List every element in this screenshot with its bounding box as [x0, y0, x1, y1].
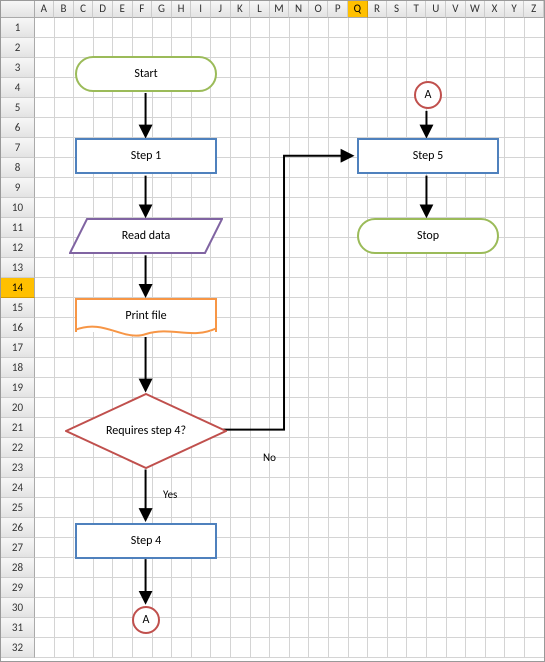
column-header-X[interactable]: X: [485, 1, 505, 18]
connector-a-bottom[interactable]: A: [132, 606, 160, 634]
column-header-Y[interactable]: Y: [505, 1, 525, 18]
row-header-5[interactable]: 5: [1, 98, 35, 118]
column-header-Z[interactable]: Z: [524, 1, 544, 18]
column-header-B[interactable]: B: [54, 1, 74, 18]
row-header-26[interactable]: 26: [1, 518, 35, 538]
column-header-N[interactable]: N: [289, 1, 309, 18]
column-header-G[interactable]: G: [152, 1, 172, 18]
column-header-T[interactable]: T: [407, 1, 427, 18]
row-header-18[interactable]: 18: [1, 358, 35, 378]
row-header-28[interactable]: 28: [1, 558, 35, 578]
row-header-10[interactable]: 10: [1, 198, 35, 218]
column-header-W[interactable]: W: [466, 1, 486, 18]
row-header-6[interactable]: 6: [1, 118, 35, 138]
row-header-32[interactable]: 32: [1, 638, 35, 658]
select-all-corner[interactable]: [1, 1, 35, 18]
row-header-17[interactable]: 17: [1, 338, 35, 358]
row-header-25[interactable]: 25: [1, 498, 35, 518]
spreadsheet-window: ABCDEFGHIJKLMNOPQRSTUVWXYZ 1234567891011…: [0, 0, 545, 662]
document-print[interactable]: Print file: [75, 298, 217, 332]
row-header-24[interactable]: 24: [1, 478, 35, 498]
column-header-U[interactable]: U: [426, 1, 446, 18]
row-header-2[interactable]: 2: [1, 38, 35, 58]
column-header-H[interactable]: H: [172, 1, 192, 18]
column-header-O[interactable]: O: [309, 1, 329, 18]
row-header-22[interactable]: 22: [1, 438, 35, 458]
row-header-20[interactable]: 20: [1, 398, 35, 418]
row-header-12[interactable]: 12: [1, 238, 35, 258]
column-header-K[interactable]: K: [231, 1, 251, 18]
row-header-11[interactable]: 11: [1, 218, 35, 238]
row-header-14[interactable]: 14: [1, 278, 35, 298]
row-header-31[interactable]: 31: [1, 618, 35, 638]
row-header-7[interactable]: 7: [1, 138, 35, 158]
label-yes: Yes: [163, 488, 177, 501]
row-header-1[interactable]: 1: [1, 18, 35, 38]
terminator-stop[interactable]: Stop: [357, 218, 499, 254]
row-header-21[interactable]: 21: [1, 418, 35, 438]
column-header-L[interactable]: L: [250, 1, 270, 18]
data-read[interactable]: Read data: [69, 218, 223, 254]
row-header-16[interactable]: 16: [1, 318, 35, 338]
process-step5[interactable]: Step 5: [357, 138, 499, 174]
row-header-8[interactable]: 8: [1, 158, 35, 178]
row-header-13[interactable]: 13: [1, 258, 35, 278]
column-header-D[interactable]: D: [93, 1, 113, 18]
row-header-29[interactable]: 29: [1, 578, 35, 598]
column-header-C[interactable]: C: [74, 1, 94, 18]
column-header-V[interactable]: V: [446, 1, 466, 18]
row-header-27[interactable]: 27: [1, 538, 35, 558]
terminator-start[interactable]: Start: [75, 56, 217, 92]
label-no: No: [263, 451, 276, 464]
column-header-Q[interactable]: Q: [348, 1, 368, 18]
row-header-19[interactable]: 19: [1, 378, 35, 398]
row-header-4[interactable]: 4: [1, 78, 35, 98]
column-header-F[interactable]: F: [133, 1, 153, 18]
column-header-S[interactable]: S: [387, 1, 407, 18]
column-header-P[interactable]: P: [328, 1, 348, 18]
column-header-M[interactable]: M: [270, 1, 290, 18]
process-step4[interactable]: Step 4: [75, 523, 217, 559]
row-header-23[interactable]: 23: [1, 458, 35, 478]
row-header-3[interactable]: 3: [1, 58, 35, 78]
column-header-A[interactable]: A: [35, 1, 55, 18]
process-step1[interactable]: Step 1: [75, 138, 217, 174]
column-header-R[interactable]: R: [368, 1, 388, 18]
connector-a-top[interactable]: A: [414, 81, 442, 109]
column-header-J[interactable]: J: [211, 1, 231, 18]
cell-grid[interactable]: Start Step 1 Read data Print file Requir…: [35, 18, 544, 661]
column-header-E[interactable]: E: [113, 1, 133, 18]
row-header-30[interactable]: 30: [1, 598, 35, 618]
column-header-I[interactable]: I: [191, 1, 211, 18]
row-header-15[interactable]: 15: [1, 298, 35, 318]
row-header-9[interactable]: 9: [1, 178, 35, 198]
row-header-column: 1234567891011121314151617181920212223242…: [1, 18, 35, 658]
column-header-row: ABCDEFGHIJKLMNOPQRSTUVWXYZ: [1, 1, 544, 18]
decision-requires-step4[interactable]: Requires step 4?: [65, 393, 227, 469]
